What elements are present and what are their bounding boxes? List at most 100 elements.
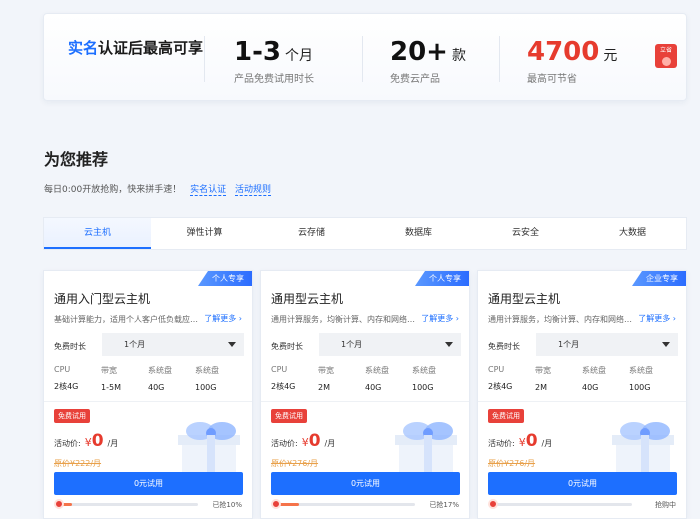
tab-cloud-security[interactable]: 云安全 bbox=[472, 218, 579, 249]
duration-value: 1个月 bbox=[558, 340, 580, 349]
spec-cpu: CPU 2核4G bbox=[54, 365, 101, 392]
original-price: 原价¥276/月 bbox=[271, 459, 319, 468]
price-row: 活动价: ¥0/月 bbox=[271, 431, 335, 451]
learn-more-link[interactable]: 了解更多 › bbox=[204, 313, 242, 324]
duration-label: 免费时长 bbox=[271, 342, 303, 351]
section-subtitle: 每日0:00开放抢购，快来拼手速！ 实名认证 活动规则 bbox=[44, 182, 271, 196]
stat-caption: 产品免费试用时长 bbox=[234, 74, 314, 85]
category-tabs: 云主机 弹性计算 云存储 数据库 云安全 大数据 bbox=[43, 217, 687, 250]
gift-box-icon bbox=[178, 422, 240, 479]
stats-banner: 实名认证后最高可享 1-3 个月 产品免费试用时长 20+ 款 免费云产品 4700… bbox=[43, 13, 687, 101]
flame-icon bbox=[271, 499, 281, 509]
card-description: 通用计算服务，均衡计算、内存和网络… bbox=[488, 315, 632, 324]
original-price: 原价¥222/月 bbox=[54, 459, 102, 468]
duration-value: 1个月 bbox=[341, 340, 363, 349]
stat-unit: 款 bbox=[451, 48, 466, 64]
free-trial-button[interactable]: 0元试用 bbox=[488, 472, 677, 495]
card-description: 基础计算能力，适用个人客户低负载应… bbox=[54, 315, 198, 324]
price-value: 0 bbox=[91, 431, 104, 451]
progress-bar bbox=[492, 503, 632, 506]
price-row: 活动价: ¥0/月 bbox=[54, 431, 118, 451]
audience-tag: 企业专享 bbox=[632, 271, 686, 286]
link-verify[interactable]: 实名认证 bbox=[190, 185, 227, 196]
tab-cloud-host[interactable]: 云主机 bbox=[44, 218, 151, 249]
spec-value: 2M bbox=[318, 383, 330, 392]
spec-key: CPU bbox=[488, 365, 505, 374]
chevron-right-icon: › bbox=[672, 314, 676, 323]
learn-more-label: 了解更多 bbox=[638, 314, 671, 323]
duration-label: 免费时长 bbox=[54, 342, 86, 351]
price-label: 活动价: bbox=[271, 439, 298, 448]
spec-cpu: CPU 2核4G bbox=[271, 365, 318, 392]
spec-value: 100G bbox=[195, 383, 217, 392]
stat-unit: 元 bbox=[603, 48, 618, 64]
spec-key: 系统盘 bbox=[195, 366, 219, 375]
audience-tag: 个人专享 bbox=[415, 271, 469, 286]
price-currency: ¥ bbox=[518, 436, 526, 449]
stats-lead-text: 实名认证后最高可享 bbox=[68, 38, 208, 59]
progress-bar bbox=[275, 503, 415, 506]
price-label: 活动价: bbox=[54, 439, 81, 448]
flame-icon bbox=[54, 499, 64, 509]
duration-select[interactable]: 1个月 bbox=[536, 333, 678, 356]
spec-value: 40G bbox=[148, 383, 165, 392]
spec-bandwidth: 带宽 1-5M bbox=[101, 365, 148, 392]
tab-big-data[interactable]: 大数据 bbox=[579, 218, 686, 249]
stats-lead-rest: 认证后最高可享 bbox=[98, 39, 204, 57]
spec-system-disk: 系统盘 40G bbox=[582, 365, 629, 392]
duration-select[interactable]: 1个月 bbox=[102, 333, 244, 356]
spec-key: 带宽 bbox=[535, 366, 551, 375]
savings-badge-icon: 立省 bbox=[655, 44, 677, 68]
card-title: 通用入门型云主机 bbox=[54, 292, 151, 306]
duration-value: 1个月 bbox=[124, 340, 146, 349]
tab-cloud-storage[interactable]: 云存储 bbox=[258, 218, 365, 249]
spec-value: 40G bbox=[582, 383, 599, 392]
stat-free-products: 20+ 款 免费云产品 bbox=[390, 36, 466, 85]
price-currency: ¥ bbox=[84, 436, 92, 449]
duration-label: 免费时长 bbox=[488, 342, 520, 351]
spec-cpu: CPU 2核4G bbox=[488, 365, 535, 392]
spec-value: 1-5M bbox=[101, 383, 121, 392]
stat-unit: 个月 bbox=[284, 48, 313, 64]
spec-value: 2M bbox=[535, 383, 547, 392]
spec-bandwidth: 带宽 2M bbox=[318, 365, 365, 392]
price-value: 0 bbox=[308, 431, 321, 451]
product-card: 个人专享 通用型云主机 通用计算服务，均衡计算、内存和网络… 了解更多 › 免费… bbox=[260, 270, 470, 519]
spec-value: 40G bbox=[365, 383, 382, 392]
spec-value: 2核4G bbox=[271, 382, 296, 391]
learn-more-link[interactable]: 了解更多 › bbox=[638, 313, 676, 324]
stat-value: 20+ bbox=[390, 37, 448, 67]
divider bbox=[362, 36, 363, 82]
divider bbox=[261, 401, 469, 402]
spec-system-disk-2: 系统盘 100G bbox=[629, 365, 676, 392]
progress-bar bbox=[58, 503, 198, 506]
spec-key: 带宽 bbox=[318, 366, 334, 375]
stat-caption: 免费云产品 bbox=[390, 74, 440, 85]
link-rules[interactable]: 活动规则 bbox=[234, 185, 271, 196]
chevron-right-icon: › bbox=[238, 314, 242, 323]
tab-elastic-compute[interactable]: 弹性计算 bbox=[151, 218, 258, 249]
stat-caption: 最高可节省 bbox=[527, 74, 577, 85]
free-trial-button[interactable]: 0元试用 bbox=[271, 472, 460, 495]
learn-more-link[interactable]: 了解更多 › bbox=[421, 313, 459, 324]
spec-table: CPU 2核4G 带宽 1-5M 系统盘 40G 系统盘 100G bbox=[54, 365, 242, 392]
free-trial-button[interactable]: 0元试用 bbox=[54, 472, 243, 495]
spec-system-disk: 系统盘 40G bbox=[148, 365, 195, 392]
divider bbox=[499, 36, 500, 82]
spec-system-disk-2: 系统盘 100G bbox=[195, 365, 242, 392]
stat-max-savings: 4700 元 最高可节省 bbox=[527, 36, 617, 85]
product-card: 个人专享 通用入门型云主机 基础计算能力，适用个人客户低负载应… 了解更多 › … bbox=[43, 270, 253, 519]
duration-select[interactable]: 1个月 bbox=[319, 333, 461, 356]
card-title: 通用型云主机 bbox=[271, 292, 344, 306]
spec-key: 带宽 bbox=[101, 366, 117, 375]
spec-key: 系统盘 bbox=[365, 366, 389, 375]
tab-database[interactable]: 数据库 bbox=[365, 218, 472, 249]
spec-value: 2核4G bbox=[488, 382, 513, 391]
spec-value: 100G bbox=[629, 383, 651, 392]
stat-value: 4700 bbox=[527, 37, 600, 67]
card-title: 通用型云主机 bbox=[488, 292, 561, 306]
spec-bandwidth: 带宽 2M bbox=[535, 365, 582, 392]
spec-system-disk-2: 系统盘 100G bbox=[412, 365, 459, 392]
free-trial-badge: 免费试用 bbox=[488, 409, 524, 423]
price-currency: ¥ bbox=[301, 436, 309, 449]
